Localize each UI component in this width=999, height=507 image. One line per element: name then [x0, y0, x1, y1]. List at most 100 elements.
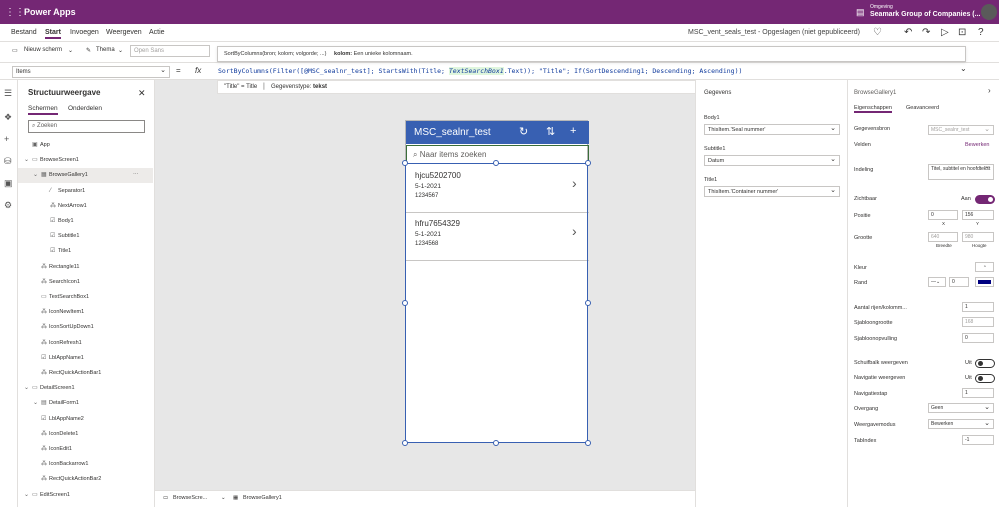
fields-edit-link[interactable]: Bewerken — [965, 142, 989, 148]
gallery-selection-frame[interactable] — [405, 163, 588, 443]
border-width-input[interactable]: 0 — [949, 277, 969, 287]
height-input[interactable]: 980 — [962, 232, 994, 242]
tree-search-input[interactable]: ⌕ Zoeken — [28, 120, 145, 133]
tree-item[interactable]: ⁄ Separator1 — [18, 184, 153, 199]
tree-item[interactable]: ⁂ IconSortUpDown1 — [18, 320, 153, 335]
scrollbar-toggle[interactable] — [975, 359, 995, 368]
tabindex-input[interactable]: -1 — [962, 435, 994, 445]
template-padding-input[interactable]: 0 — [962, 333, 994, 343]
tree-item[interactable]: ⁂ IconNewItem1 — [18, 305, 153, 320]
help-icon[interactable]: ? — [978, 27, 984, 38]
theme-button[interactable]: Thema — [96, 47, 115, 53]
width-input[interactable]: 640 — [928, 232, 958, 242]
tree-item[interactable]: ⌄ ▭ EditScreen1 — [18, 488, 153, 503]
resize-handle[interactable] — [585, 440, 591, 446]
refresh-icon[interactable]: ↻ — [519, 125, 528, 138]
tree-item[interactable]: ⌄ ▭ DetailScreen1 — [18, 381, 153, 396]
save-icon[interactable]: ⊡ — [958, 27, 966, 38]
insert-icon[interactable]: + — [4, 134, 9, 144]
tree-item[interactable]: ⌄ ▦ BrowseGallery1 ⋯ — [18, 168, 153, 184]
tree-item[interactable]: ▭ TextSearchBox1 — [18, 290, 153, 305]
resize-handle[interactable] — [493, 440, 499, 446]
field-select-body[interactable]: ThisItem.'Seal nummer' — [704, 124, 840, 135]
tree-item[interactable]: ▣ App — [18, 138, 153, 153]
avatar[interactable] — [981, 4, 997, 20]
tab-properties[interactable]: Eigenschappen — [854, 105, 892, 113]
navigation-toggle[interactable] — [975, 374, 995, 383]
tree-item[interactable]: ⁂ NextArrow1 — [18, 199, 153, 214]
undo-icon[interactable]: ↶ — [904, 27, 912, 38]
tab-screens[interactable]: Schermen — [28, 105, 58, 115]
health-icon[interactable]: ♡ — [873, 27, 882, 38]
app-name: Power Apps — [24, 7, 76, 17]
tree-item[interactable]: ☑ LblAppName2 — [18, 412, 153, 427]
field-select-title[interactable]: ThisItem.'Container nummer' — [704, 186, 840, 197]
sort-icon[interactable]: ⇅ — [546, 125, 555, 138]
chevron-right-icon[interactable]: › — [988, 86, 991, 95]
tree-item[interactable]: ☑ Title1 — [18, 244, 153, 259]
redo-icon[interactable]: ↷ — [922, 27, 930, 38]
add-icon[interactable]: + — [570, 125, 576, 137]
media-icon[interactable]: ▣ — [4, 178, 13, 189]
tree-item[interactable]: ☑ Subtitle1 — [18, 229, 153, 244]
menu-start[interactable]: Start — [45, 29, 61, 39]
fx-icon[interactable]: fx — [195, 66, 201, 75]
tree-item[interactable]: ⌄ ▤ DetailForm1 — [18, 396, 153, 411]
tree-item[interactable]: ⁂ IconEdit1 — [18, 442, 153, 457]
tree-item[interactable]: ⁂ RectQuickActionBar1 — [18, 366, 153, 381]
waffle-icon[interactable]: ⋮⋮ — [5, 7, 25, 18]
breadcrumb-control[interactable]: BrowseGallery1 — [243, 495, 282, 501]
menu-actie[interactable]: Actie — [149, 29, 165, 36]
tab-components[interactable]: Onderdelen — [68, 105, 102, 112]
new-screen-button[interactable]: Nieuw scherm — [24, 47, 62, 53]
field-select-subtitle[interactable]: Datum — [704, 155, 840, 166]
position-x-input[interactable]: 0 — [928, 210, 958, 220]
wrap-count-input[interactable]: 1 — [962, 302, 994, 312]
menu-invoegen[interactable]: Invoegen — [70, 29, 99, 36]
color-picker[interactable]: ◔ — [975, 262, 994, 272]
resize-handle[interactable] — [493, 160, 499, 166]
layout-select[interactable]: Titel, subtitel en hoofdtekst — [928, 164, 994, 180]
transition-select[interactable]: Geen — [928, 403, 994, 413]
environment-picker[interactable]: Omgeving Seamark Group of Companies (... — [870, 3, 980, 19]
datasource-select[interactable]: MSC_sealnr_test — [928, 125, 994, 135]
resize-handle[interactable] — [402, 300, 408, 306]
tree-item[interactable]: ☑ Body1 — [18, 214, 153, 229]
font-selector[interactable]: Open Sans — [130, 45, 210, 57]
resize-handle[interactable] — [402, 440, 408, 446]
border-style-select[interactable]: —⌄ — [928, 277, 946, 287]
resize-handle[interactable] — [585, 300, 591, 306]
formula-input[interactable]: SortByColumns(Filter([@MSC_sealnr_test];… — [218, 67, 742, 75]
border-color-picker[interactable] — [975, 277, 994, 287]
tree-item[interactable]: ⌄ ▭ BrowseScreen1 — [18, 153, 153, 168]
tree-view-icon[interactable]: ❖ — [4, 112, 12, 123]
position-y-input[interactable]: 156 — [962, 210, 994, 220]
hamburger-icon[interactable]: ☰ — [4, 88, 12, 99]
template-size-input[interactable]: 168 — [962, 317, 994, 327]
tab-advanced[interactable]: Geavanceerd — [906, 105, 939, 111]
play-icon[interactable]: ▷ — [941, 27, 949, 38]
tree-item[interactable]: ⁂ Rectangle11 — [18, 260, 153, 275]
tree-item[interactable]: ⁂ SearchIcon1 — [18, 275, 153, 290]
close-icon[interactable]: ✕ — [138, 88, 146, 99]
property-selector[interactable]: Items — [12, 66, 170, 78]
chevron-down-icon: ⌄ — [221, 495, 226, 501]
tree-item[interactable]: ⁂ IconDelete1 — [18, 427, 153, 442]
tree-item-label: IconBackarrow1 — [49, 461, 89, 468]
menu-weergeven[interactable]: Weergeven — [106, 29, 142, 36]
visible-toggle[interactable] — [975, 195, 995, 204]
resize-handle[interactable] — [402, 160, 408, 166]
advanced-tools-icon[interactable]: ⚙ — [4, 200, 12, 211]
data-icon[interactable]: ⛁ — [4, 156, 12, 167]
breadcrumb-screen[interactable]: BrowseScre... — [173, 495, 207, 501]
tree-item[interactable]: ☑ LblAppName1 — [18, 351, 153, 366]
display-mode-select[interactable]: Bewerken — [928, 419, 994, 429]
tree-item[interactable]: ⁂ IconBackarrow1 — [18, 457, 153, 472]
chevron-down-icon[interactable]: ⌄ — [960, 64, 967, 73]
more-icon[interactable]: ⋯ — [133, 168, 139, 183]
navstep-input[interactable]: 1 — [962, 388, 994, 398]
menu-bestand[interactable]: Bestand — [11, 29, 37, 36]
tree-item[interactable]: ⁂ IconRefresh1 — [18, 336, 153, 351]
tree-item[interactable]: ⁂ RectQuickActionBar2 — [18, 472, 153, 487]
resize-handle[interactable] — [585, 160, 591, 166]
